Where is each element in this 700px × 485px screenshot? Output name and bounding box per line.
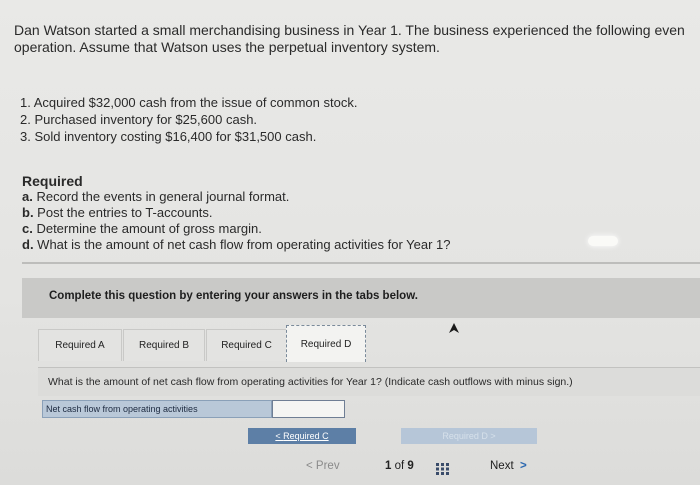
required-section: Required a. Record the events in general… [22, 173, 451, 253]
grid-icon[interactable] [436, 463, 450, 475]
total-pages: 9 [407, 460, 414, 472]
tab-required-a[interactable]: Required A [38, 329, 122, 361]
required-text: What is the amount of net cash flow from… [33, 237, 451, 252]
tab-required-b[interactable]: Required B [123, 329, 205, 361]
page-counter: 1 of 9 [385, 460, 414, 472]
chevron-right-icon: > [487, 431, 496, 441]
event-item: 2. Purchased inventory for $25,600 cash. [20, 112, 258, 127]
prev-required-button[interactable]: < Required C [248, 428, 356, 444]
prev-page-button[interactable]: < Prev [306, 460, 340, 472]
chevron-right-icon: > [516, 460, 527, 472]
required-item-c: c. Determine the amount of gross margin. [22, 221, 451, 237]
prev-required-label: Required C [283, 431, 329, 441]
next-required-button[interactable]: Required D > [401, 428, 537, 444]
net-cash-flow-input[interactable] [272, 400, 345, 418]
required-letter: d. [22, 237, 34, 252]
prev-label: Prev [315, 460, 340, 472]
answer-label: Net cash flow from operating activities [42, 400, 272, 418]
tab-required-d[interactable]: Required D [286, 325, 366, 362]
instruction-text: Complete this question by entering your … [49, 290, 418, 302]
next-label: Next [490, 460, 514, 472]
instruction-banner: Complete this question by entering your … [22, 278, 700, 318]
required-letter: b. [22, 205, 34, 220]
required-item-d: d. What is the amount of net cash flow f… [22, 237, 451, 253]
question-text: What is the amount of net cash flow from… [48, 376, 573, 388]
required-text: Determine the amount of gross margin. [32, 221, 262, 236]
tab-required-c[interactable]: Required C [206, 329, 287, 361]
problem-intro: Dan Watson started a small merchandising… [14, 22, 700, 56]
required-item-b: b. Post the entries to T-accounts. [22, 205, 451, 221]
intro-line-1: Dan Watson started a small merchandising… [14, 22, 685, 38]
screen-glare [588, 236, 618, 246]
required-item-a: a. Record the events in general journal … [22, 189, 451, 205]
required-tabs: Required A Required B Required C Require… [38, 325, 700, 368]
intro-line-2: operation. Assume that Watson uses the p… [14, 39, 440, 55]
mouse-cursor-icon [449, 323, 459, 333]
required-text: Record the events in general journal for… [32, 189, 290, 204]
next-required-label: Required D [442, 431, 488, 441]
required-text: Post the entries to T-accounts. [33, 205, 213, 220]
chevron-left-icon: < [306, 460, 313, 472]
current-page: 1 [385, 460, 392, 472]
required-letter: c. [22, 221, 33, 236]
event-item: 3. Sold inventory costing $16,400 for $3… [20, 129, 317, 144]
event-list: 1. Acquired $32,000 cash from the issue … [20, 94, 357, 145]
required-title: Required [22, 173, 83, 189]
chevron-left-icon: < [275, 431, 284, 441]
page: Dan Watson started a small merchandising… [0, 0, 700, 485]
of-label: of [394, 460, 405, 472]
divider [22, 262, 700, 264]
required-letter: a. [22, 189, 33, 204]
next-page-button[interactable]: Next > [490, 460, 527, 472]
event-item: 1. Acquired $32,000 cash from the issue … [20, 95, 358, 110]
